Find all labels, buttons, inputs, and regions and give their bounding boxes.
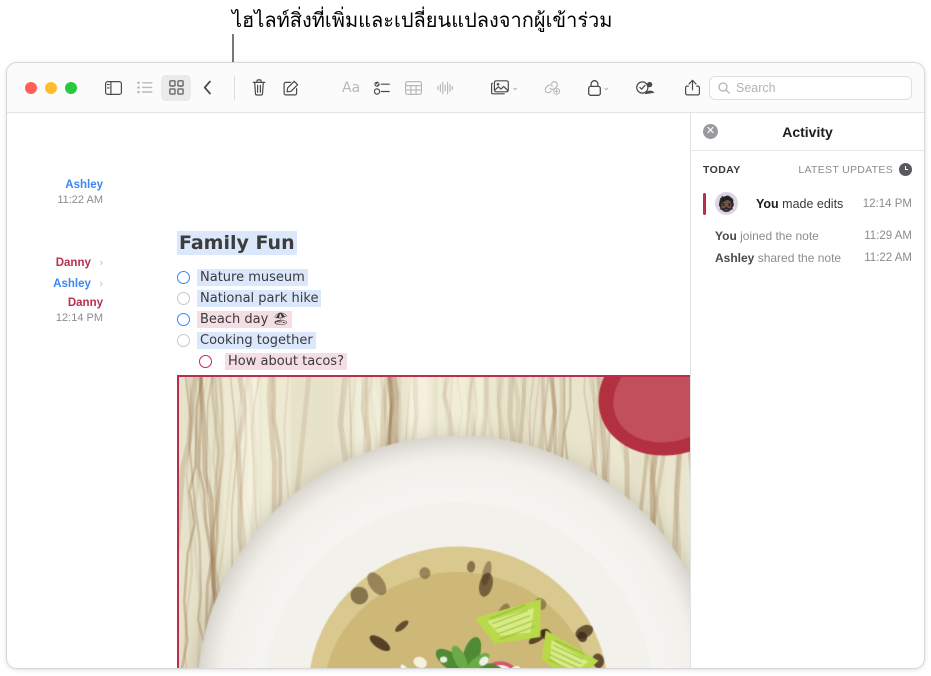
photo-canvas: [179, 377, 690, 668]
notes-window: Aa ⌄ ⌄ Search Ashley 11:22 AM Danny › As…: [6, 62, 925, 669]
close-icon[interactable]: ✕: [703, 124, 718, 139]
clock-icon: [899, 163, 912, 176]
search-input[interactable]: Search: [709, 76, 912, 100]
activity-header: ✕ Activity: [691, 113, 924, 151]
minimize-window-button[interactable]: [45, 82, 57, 94]
checklist-item-label: Cooking together: [197, 332, 316, 349]
gutter-author-name: Ashley: [53, 278, 91, 290]
activity-section-label: TODAY: [703, 164, 741, 176]
note-editor-pane[interactable]: Ashley 11:22 AM Danny › Ashley › Danny 1…: [7, 113, 690, 668]
note-title[interactable]: Family Fun: [177, 231, 297, 255]
gutter-author-name: Danny: [56, 257, 91, 269]
search-placeholder: Search: [736, 81, 776, 95]
activity-row-action: shared the note: [754, 251, 841, 265]
checklist-item-label: Beach day 🏖: [197, 311, 292, 328]
toggle-sidebar-icon[interactable]: [99, 75, 128, 101]
latest-updates-button[interactable]: LATEST UPDATES: [798, 163, 912, 176]
gutter-chevron-right-icon[interactable]: ›: [99, 278, 103, 290]
activity-row-text: You joined the note: [715, 229, 819, 243]
gutter-entry-danny-tacos[interactable]: Danny 12:14 PM: [7, 293, 103, 325]
search-icon: [718, 82, 730, 94]
activity-row[interactable]: Ashley shared the note 11:22 AM: [691, 247, 924, 269]
unread-indicator-bar: [703, 193, 706, 215]
gutter-entry-ashley-cooking[interactable]: Ashley ›: [7, 274, 103, 292]
gutter-chevron-right-icon[interactable]: ›: [99, 257, 103, 269]
share-icon[interactable]: [678, 75, 707, 101]
gutter-timestamp: 11:22 AM: [7, 193, 103, 207]
media-chevron-down-icon[interactable]: ⌄: [511, 82, 519, 93]
checkbox-circle-icon[interactable]: [199, 355, 212, 368]
insert-media-icon[interactable]: ⌄: [491, 75, 520, 101]
checklist-item-label: Nature museum: [197, 269, 308, 286]
list-view-icon[interactable]: [130, 75, 159, 101]
latest-updates-label: LATEST UPDATES: [798, 164, 893, 176]
activity-primary-time: 12:14 PM: [863, 198, 912, 210]
activity-row-time: 11:29 AM: [864, 230, 912, 242]
gutter-entry-ashley-title[interactable]: Ashley 11:22 AM: [7, 175, 103, 207]
activity-subheader: TODAY LATEST UPDATES: [691, 151, 924, 182]
format-text-icon[interactable]: Aa: [337, 75, 366, 101]
close-window-button[interactable]: [25, 82, 37, 94]
audio-recording-icon[interactable]: [430, 75, 459, 101]
gutter-author-name: Ashley: [65, 179, 103, 191]
insert-table-icon[interactable]: [399, 75, 428, 101]
checklist-item[interactable]: Beach day 🏖: [177, 311, 292, 328]
back-chevron-icon[interactable]: [193, 75, 222, 101]
activity-row[interactable]: You joined the note 11:29 AM: [691, 225, 924, 247]
window-body: Ashley 11:22 AM Danny › Ashley › Danny 1…: [7, 113, 924, 668]
lock-note-icon[interactable]: ⌄: [584, 75, 613, 101]
gutter-entry-danny-beach[interactable]: Danny ›: [7, 253, 103, 271]
activity-primary-action: made edits: [779, 197, 844, 211]
compose-note-icon[interactable]: [276, 75, 305, 101]
toolbar: Aa ⌄ ⌄ Search: [7, 63, 924, 113]
checkbox-circle-icon[interactable]: [177, 334, 190, 347]
activity-primary-actor: You: [756, 197, 779, 211]
activity-sidebar: ✕ Activity TODAY LATEST UPDATES 🧔🏿 You m…: [690, 113, 924, 668]
activity-primary-text: You made edits: [756, 197, 843, 211]
activity-row-text: Ashley shared the note: [715, 251, 841, 265]
checkbox-circle-icon[interactable]: [177, 313, 190, 326]
activity-row-action: joined the note: [737, 229, 819, 243]
callout-annotation-text: ไฮไลท์สิ่งที่เพิ่มและเปลี่ยนแปลงจากผู้เข…: [232, 6, 612, 34]
activity-primary-entry[interactable]: 🧔🏿 You made edits 12:14 PM: [691, 182, 924, 225]
checklist-item-label: How about tacos?: [225, 353, 347, 370]
grid-view-icon[interactable]: [161, 75, 190, 101]
checkbox-circle-icon[interactable]: [177, 292, 190, 305]
delete-note-icon[interactable]: [245, 75, 274, 101]
note-attached-photo[interactable]: [177, 375, 690, 668]
collaborate-icon[interactable]: [631, 75, 660, 101]
activity-panel-title: Activity: [691, 124, 924, 140]
lock-chevron-down-icon[interactable]: ⌄: [603, 82, 611, 93]
traffic-lights: [25, 82, 77, 94]
checklist-icon[interactable]: [368, 75, 397, 101]
zoom-window-button[interactable]: [65, 82, 77, 94]
activity-row-actor: Ashley: [715, 251, 754, 265]
toolbar-divider-1: [234, 76, 235, 100]
gutter-timestamp: 12:14 PM: [7, 311, 103, 325]
checkbox-circle-icon[interactable]: [177, 271, 190, 284]
checklist-item[interactable]: National park hike: [177, 290, 321, 307]
checklist-item-label: National park hike: [197, 290, 321, 307]
checklist-item[interactable]: Cooking together: [177, 332, 316, 349]
checklist-item[interactable]: Nature museum: [177, 269, 308, 286]
gutter-author-name: Danny: [68, 297, 103, 309]
activity-row-actor: You: [715, 229, 737, 243]
activity-row-time: 11:22 AM: [864, 252, 912, 264]
add-link-icon[interactable]: [537, 75, 566, 101]
checklist-item[interactable]: How about tacos?: [199, 353, 347, 370]
avatar: 🧔🏿: [715, 192, 738, 215]
